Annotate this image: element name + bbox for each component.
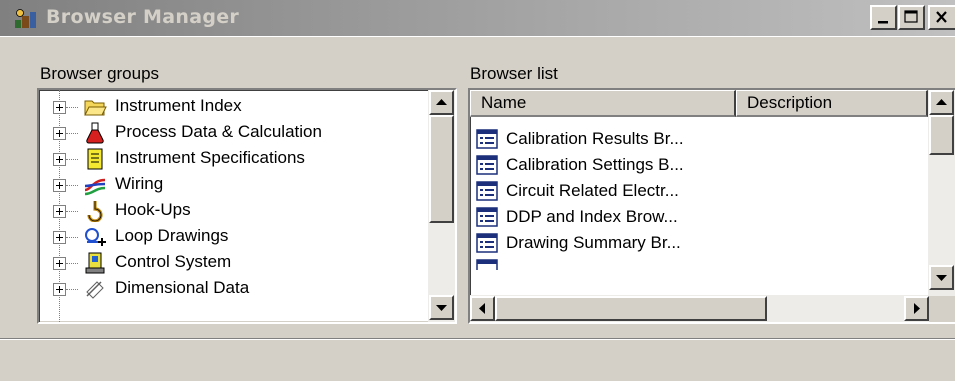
- column-header-description[interactable]: Description: [736, 90, 928, 117]
- list-item-name: Calibration Results Br...: [506, 129, 684, 148]
- browser-view-icon: [476, 233, 498, 253]
- tree-item-label: Control System: [115, 252, 232, 271]
- tree-item-control-system[interactable]: Control System: [39, 251, 439, 277]
- spec-sheet-icon: [87, 148, 103, 170]
- tree-item-instrument-specifications[interactable]: Instrument Specifications: [39, 147, 439, 173]
- expand-icon[interactable]: [53, 127, 66, 140]
- maximize-button[interactable]: [898, 5, 925, 30]
- list-scroll-up-button[interactable]: [929, 90, 954, 115]
- list-item[interactable]: Calibration Results Br...: [476, 128, 736, 154]
- arrow-up-icon: [436, 99, 447, 105]
- browser-view-icon: [476, 207, 498, 227]
- status-bar: [0, 338, 955, 381]
- arrow-left-icon: [479, 303, 485, 314]
- tree-item-hook-ups[interactable]: Hook-Ups: [39, 199, 439, 225]
- browser-view-icon: [476, 259, 498, 270]
- expand-icon[interactable]: [53, 101, 66, 114]
- loop-icon: [85, 228, 106, 246]
- dimension-icon: [86, 281, 104, 299]
- expand-icon[interactable]: [53, 179, 66, 192]
- close-icon: [936, 11, 947, 23]
- tree-item-label: Hook-Ups: [115, 200, 191, 219]
- list-item-name: DDP and Index Brow...: [506, 207, 678, 226]
- browser-list-label: Browser list: [470, 64, 558, 83]
- tree-item-label: Process Data & Calculation: [115, 122, 322, 141]
- expand-icon[interactable]: [53, 231, 66, 244]
- folder-open-icon: [84, 100, 107, 116]
- browser-groups-label: Browser groups: [40, 64, 160, 83]
- list-item[interactable]: Drawing Summary Br...: [476, 232, 736, 258]
- close-button[interactable]: [928, 5, 955, 30]
- tree-item-wiring[interactable]: Wiring: [39, 173, 439, 199]
- list-item-name: Circuit Related Electr...: [506, 181, 679, 200]
- column-header-name[interactable]: Name: [470, 90, 736, 117]
- tree-item-process-data[interactable]: Process Data & Calculation: [39, 121, 439, 147]
- tree-item-label: Loop Drawings: [115, 226, 229, 245]
- arrow-up-icon: [936, 99, 947, 105]
- arrow-right-icon: [914, 303, 920, 314]
- expand-icon[interactable]: [53, 205, 66, 218]
- tree-item-label: Instrument Index: [115, 96, 242, 115]
- tree-item-instrument-index[interactable]: Instrument Index: [39, 95, 439, 121]
- maximize-icon: [904, 10, 918, 23]
- minimize-button[interactable]: [870, 5, 897, 30]
- arrow-down-icon: [936, 275, 947, 281]
- list-horizontal-scroll-thumb[interactable]: [495, 296, 767, 321]
- list-item-name: Calibration Settings B...: [506, 155, 684, 174]
- list-item-name: Drawing Summary Br...: [506, 233, 681, 252]
- hook-icon: [87, 201, 103, 222]
- flask-icon: [86, 122, 104, 144]
- tree-item-dimensional-data[interactable]: Dimensional Data: [39, 277, 439, 303]
- list-scroll-down-button[interactable]: [929, 265, 954, 290]
- title-bar[interactable]: Browser Manager: [0, 0, 955, 37]
- arrow-down-icon: [436, 305, 447, 311]
- list-vertical-scroll-thumb[interactable]: [929, 115, 954, 155]
- tree-item-label: Wiring: [115, 174, 164, 193]
- control-system-icon: [85, 252, 105, 274]
- expand-icon[interactable]: [53, 153, 66, 166]
- browser-manager-app-icon: [15, 9, 36, 28]
- scrollbar-corner: [929, 296, 955, 322]
- list-scroll-right-button[interactable]: [904, 296, 929, 321]
- list-scroll-left-button[interactable]: [470, 296, 495, 321]
- browser-view-icon: [476, 155, 498, 175]
- groups-scroll-up-button[interactable]: [429, 90, 454, 115]
- tree-item-label: Dimensional Data: [115, 278, 250, 297]
- list-item-partial[interactable]: [476, 258, 736, 270]
- wiring-icon: [84, 178, 106, 196]
- expand-icon[interactable]: [53, 283, 66, 296]
- groups-scroll-thumb[interactable]: [429, 115, 454, 223]
- window-title: Browser Manager: [46, 6, 240, 28]
- list-item[interactable]: Calibration Settings B...: [476, 154, 736, 180]
- browser-view-icon: [476, 129, 498, 149]
- expand-icon[interactable]: [53, 257, 66, 270]
- browser-list-view[interactable]: Name Description Calibration Results Br.…: [468, 88, 955, 324]
- list-item[interactable]: Circuit Related Electr...: [476, 180, 736, 206]
- browser-groups-tree[interactable]: Instrument Index Process Data & Calculat…: [37, 88, 457, 324]
- tree-item-loop-drawings[interactable]: Loop Drawings: [39, 225, 439, 251]
- browser-view-icon: [476, 181, 498, 201]
- list-item[interactable]: DDP and Index Brow...: [476, 206, 736, 232]
- minimize-icon: [878, 21, 888, 24]
- tree-item-label: Instrument Specifications: [115, 148, 305, 167]
- groups-scroll-down-button[interactable]: [429, 295, 454, 320]
